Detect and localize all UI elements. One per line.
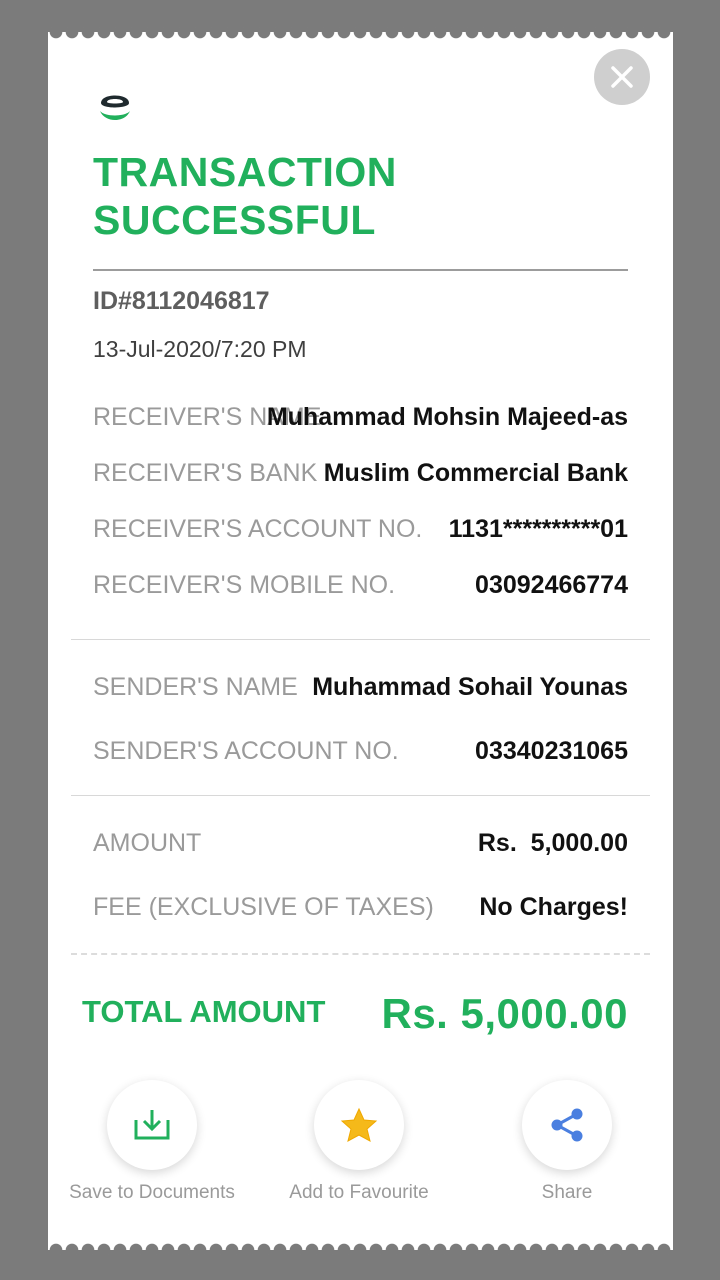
fee-row: FEE (EXCLUSIVE OF TAXES) No Charges! [93,889,628,925]
receipt-bottom-edge [48,1243,673,1257]
action-label: Save to Documents [69,1182,235,1203]
action-label: Add to Favourite [289,1182,429,1203]
close-icon [611,66,633,88]
easypaisa-logo-icon [100,95,130,120]
share-button[interactable]: Share [467,1080,667,1204]
row-value: 03092466774 [475,571,628,599]
row-value: 1131**********01 [448,515,628,543]
total-amount-label: TOTAL AMOUNT [82,994,326,1029]
receiver-bank-row: RECEIVER'S BANK Muslim Commercial Bank [93,455,628,491]
row-label: SENDER'S ACCOUNT NO. [93,737,399,765]
title-line-1: TRANSACTION [93,149,397,195]
star-icon [340,1107,378,1142]
row-label: SENDER'S NAME [93,673,298,701]
receiver-name-row: RECEIVER'S NAME Muhammad Mohsin Majeed-a… [93,399,628,435]
total-divider [71,953,650,955]
title-line-2: SUCCESSFUL [93,197,376,243]
row-label: RECEIVER'S ACCOUNT NO. [93,515,423,543]
receiver-mobile-row: RECEIVER'S MOBILE NO. 03092466774 [93,567,628,603]
sender-name-row: SENDER'S NAME Muhammad Sohail Younas [93,669,628,705]
row-value: Muhammad Mohsin Majeed-as [266,403,628,431]
page-title: TRANSACTION SUCCESSFUL [93,148,397,244]
row-label: FEE (EXCLUSIVE OF TAXES) [93,893,434,921]
row-label: AMOUNT [93,829,202,857]
add-to-favourite-button[interactable]: Add to Favourite [259,1080,459,1204]
row-label: RECEIVER'S BANK [93,459,318,487]
title-divider [93,269,628,271]
transaction-datetime: 13-Jul-2020/7:20 PM [93,336,307,362]
receiver-account-row: RECEIVER'S ACCOUNT NO. 1131**********01 [93,511,628,547]
sender-account-row: SENDER'S ACCOUNT NO. 03340231065 [93,733,628,769]
action-circle[interactable] [107,1080,197,1170]
row-value: Muhammad Sohail Younas [312,673,628,701]
row-label: RECEIVER'S MOBILE NO. [93,571,396,599]
total-amount-value: Rs. 5,000.00 [381,990,628,1037]
action-circle[interactable] [314,1080,404,1170]
amount-row: AMOUNT Rs. 5,000.00 [93,825,628,861]
download-icon [134,1110,170,1140]
row-value: 03340231065 [475,737,628,765]
share-icon [551,1108,583,1142]
transaction-id: ID#8112046817 [93,287,270,315]
row-value: Muslim Commercial Bank [323,459,628,487]
row-value: Rs. 5,000.00 [477,829,628,857]
save-to-documents-button[interactable]: Save to Documents [52,1080,252,1204]
receipt-top-edge [48,25,673,39]
action-label: Share [541,1182,593,1203]
row-value: No Charges! [479,893,628,921]
section-divider [71,639,650,640]
close-button[interactable] [594,49,650,105]
section-divider [71,795,650,796]
action-circle[interactable] [522,1080,612,1170]
